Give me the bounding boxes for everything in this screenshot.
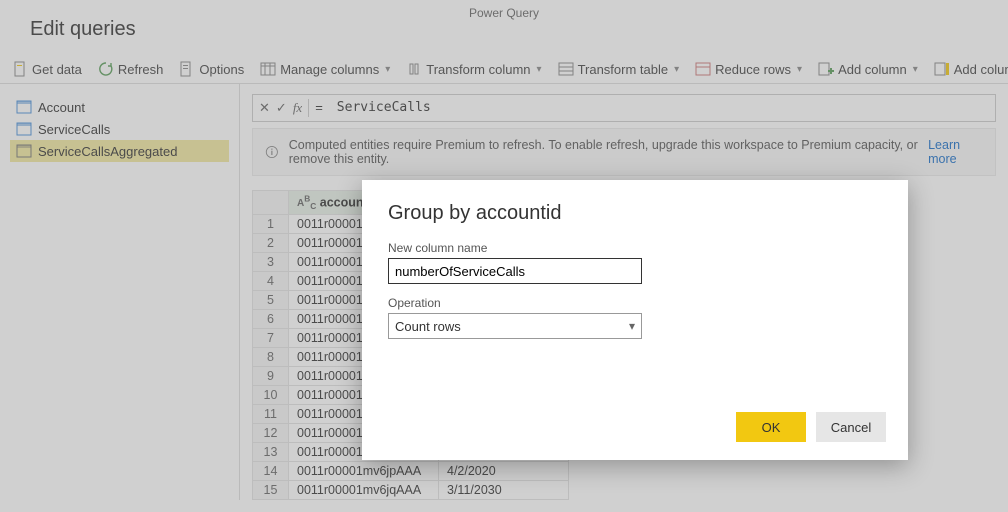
operation-value: Count rows xyxy=(395,319,461,334)
new-column-name-label: New column name xyxy=(388,241,882,255)
dialog-title: Group by accountid xyxy=(388,202,882,225)
chevron-down-icon: ▾ xyxy=(629,319,635,333)
cancel-button[interactable]: Cancel xyxy=(816,412,886,442)
group-by-dialog: Group by accountid New column name Opera… xyxy=(362,180,908,460)
operation-label: Operation xyxy=(388,296,882,310)
dialog-footer: OK Cancel xyxy=(736,412,886,442)
new-column-name-input[interactable] xyxy=(388,258,642,284)
operation-dropdown[interactable]: Count rows ▾ xyxy=(388,313,642,339)
ok-button[interactable]: OK xyxy=(736,412,806,442)
